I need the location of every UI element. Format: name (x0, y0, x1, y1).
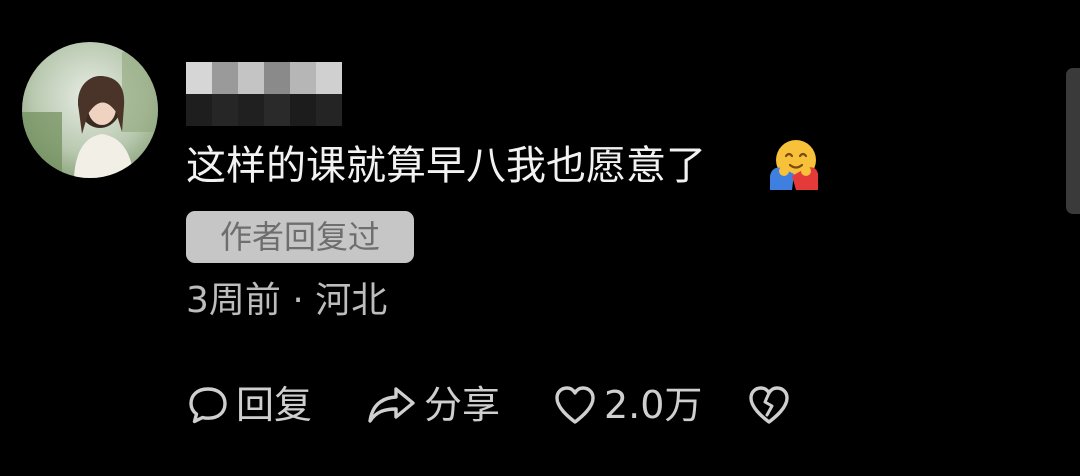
heart-outline-icon (552, 383, 598, 427)
hug-face-emoji-icon (766, 138, 822, 190)
comment-text: 这样的课就算早八我也愿意了 (186, 143, 706, 189)
share-label: 分享 (424, 383, 501, 427)
share-button[interactable]: 分享 (366, 380, 500, 430)
reply-label: 回复 (236, 383, 313, 427)
reply-button[interactable]: 回复 (186, 380, 312, 430)
scrollbar[interactable] (1066, 68, 1080, 214)
speech-bubble-icon (186, 383, 230, 427)
author-replied-badge: 作者回复过 (186, 211, 414, 263)
comment-meta: 3周前 · 河北 (186, 280, 388, 321)
username-redacted (186, 62, 342, 126)
broken-heart-icon (746, 383, 792, 427)
like-button[interactable]: 2.0万 (552, 380, 702, 430)
share-arrow-icon (366, 383, 418, 427)
like-count: 2.0万 (604, 383, 703, 427)
avatar[interactable] (22, 42, 158, 178)
dislike-button[interactable] (746, 380, 792, 430)
